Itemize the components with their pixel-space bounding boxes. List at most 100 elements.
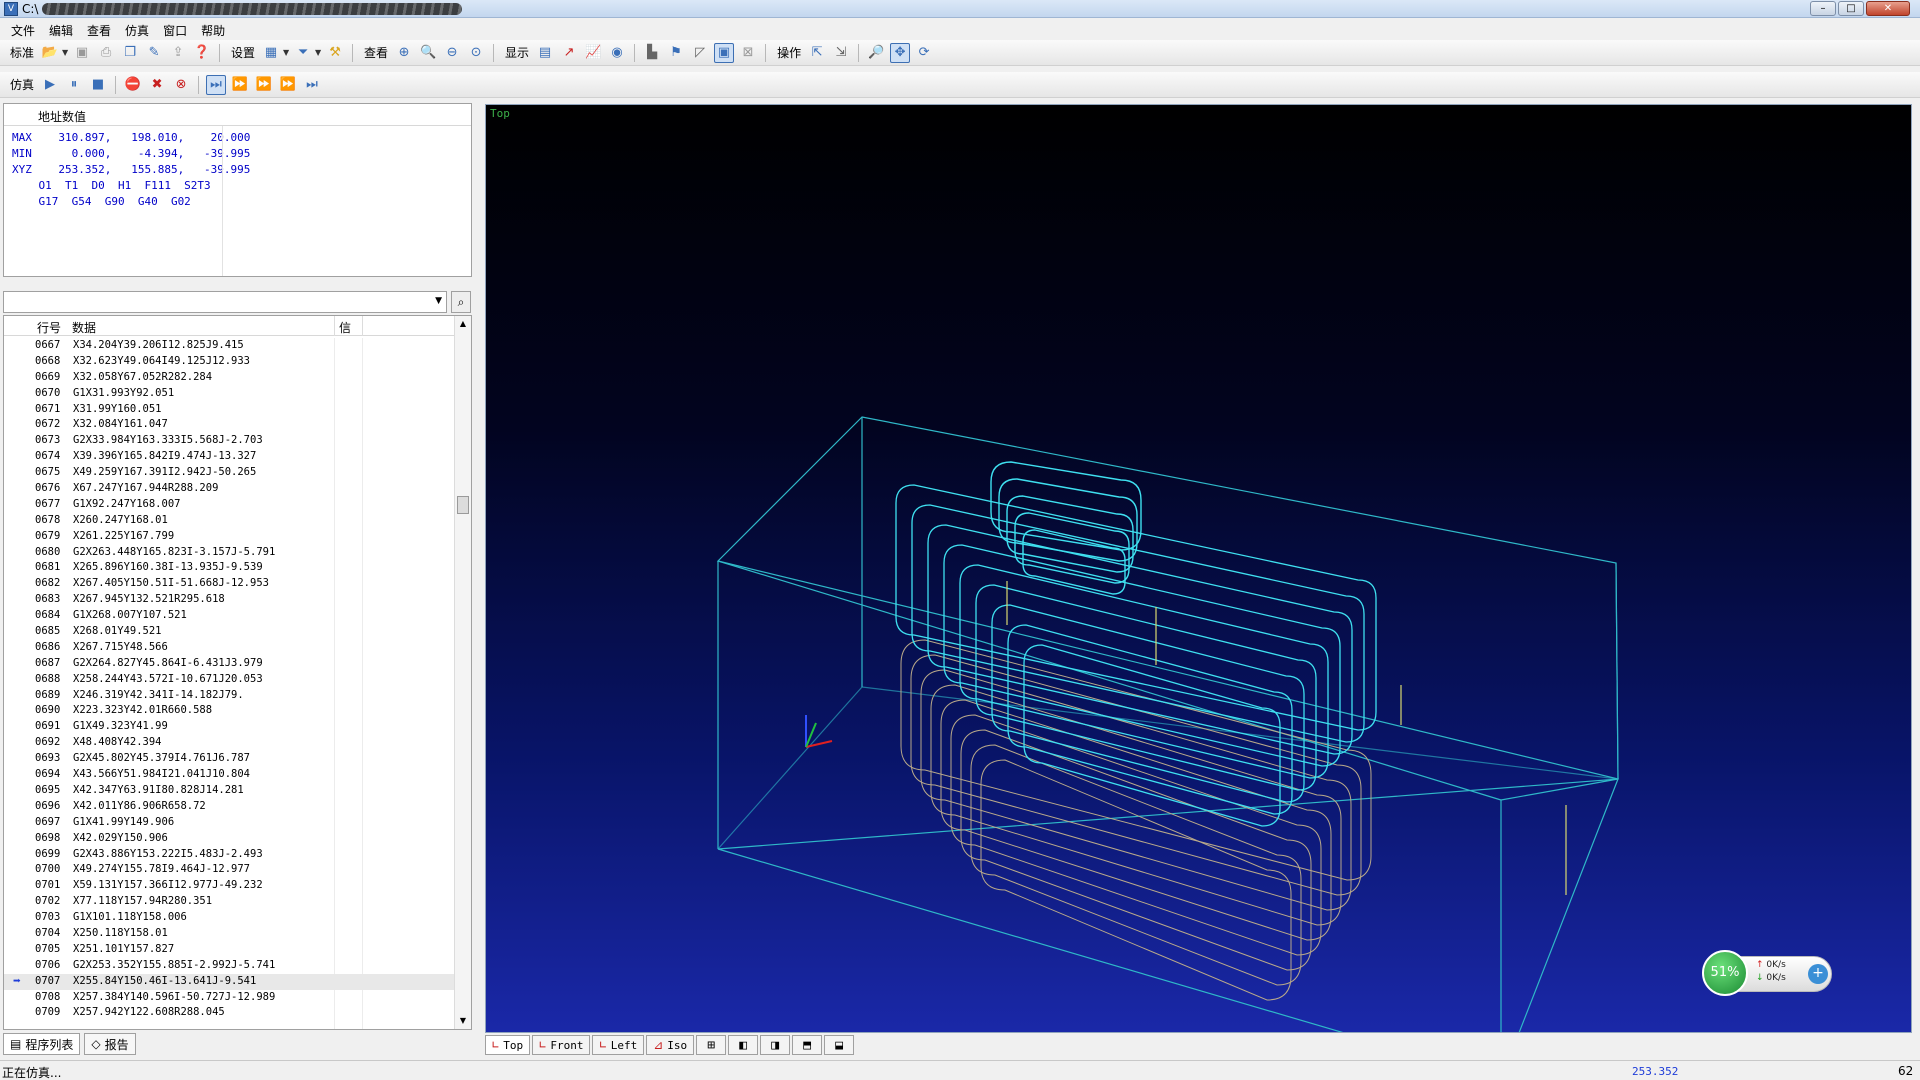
- tool-icon[interactable]: ⚒: [325, 43, 345, 63]
- layout-split-bottom-icon[interactable]: ⬓: [824, 1035, 855, 1055]
- col-data[interactable]: 数据: [72, 319, 96, 336]
- code-list-scrollbar[interactable]: ▲ ▼: [454, 316, 471, 1029]
- tab-report[interactable]: ◇ 报告: [84, 1033, 136, 1055]
- scroll-up-icon[interactable]: ▲: [455, 316, 471, 332]
- open-folder-icon[interactable]: 📂: [40, 43, 60, 63]
- code-row[interactable]: 0708 X257.384Y140.596I-50.727J-12.989: [4, 990, 455, 1006]
- layout-icon[interactable]: ▦: [261, 43, 281, 63]
- code-row[interactable]: 0673 G2X33.984Y163.333I5.568J-2.703: [4, 433, 455, 449]
- deselect-icon[interactable]: ⇲: [831, 43, 851, 63]
- code-row[interactable]: 0678 X260.247Y168.01: [4, 513, 455, 529]
- fixture-icon[interactable]: ◸: [690, 43, 710, 63]
- code-row[interactable]: 0684 G1X268.007Y107.521: [4, 608, 455, 624]
- code-row[interactable]: 0701 X59.131Y157.366I12.977J-49.232: [4, 878, 455, 894]
- plus-icon[interactable]: +: [1808, 964, 1828, 984]
- tab-program-list[interactable]: ▤ 程序列表: [3, 1033, 81, 1055]
- zoom-in-icon[interactable]: 🔍: [418, 43, 438, 63]
- code-row[interactable]: 0675 X49.259Y167.391I2.942J-50.265: [4, 465, 455, 481]
- code-row[interactable]: 0670 G1X31.993Y92.051: [4, 386, 455, 402]
- code-row[interactable]: 0695 X42.347Y63.91I80.828J14.281: [4, 783, 455, 799]
- minimize-button[interactable]: –: [1810, 1, 1836, 16]
- program-search-combo[interactable]: ▼: [3, 291, 447, 313]
- code-row[interactable]: 0676 X67.247Y167.944R288.209: [4, 481, 455, 497]
- maximize-button[interactable]: □: [1838, 1, 1864, 16]
- code-row[interactable]: 0697 G1X41.99Y149.906: [4, 815, 455, 831]
- code-row[interactable]: 0694 X43.566Y51.984I21.041J10.804: [4, 767, 455, 783]
- menu-simulate[interactable]: 仿真: [118, 19, 156, 39]
- tab-iso[interactable]: ⊿ Iso: [646, 1035, 695, 1055]
- zoom-search-icon[interactable]: 🔎: [866, 43, 886, 63]
- code-row[interactable]: 0689 X246.319Y42.341I-14.182J79.: [4, 688, 455, 704]
- code-row[interactable]: 0686 X267.715Y48.566: [4, 640, 455, 656]
- code-row[interactable]: 0669 X32.058Y67.052R282.284: [4, 370, 455, 386]
- help-icon[interactable]: ❓: [192, 43, 212, 63]
- layout-split-right-icon[interactable]: ◨: [760, 1035, 791, 1055]
- code-row[interactable]: 0683 X267.945Y132.521R295.618: [4, 592, 455, 608]
- code-row[interactable]: 0682 X267.405Y150.51I-51.668J-12.953: [4, 576, 455, 592]
- menu-view[interactable]: 查看: [80, 19, 118, 39]
- edit-icon[interactable]: ✎: [144, 43, 164, 63]
- code-row[interactable]: 0680 G2X263.448Y165.823I-3.157J-5.791: [4, 545, 455, 561]
- select-icon[interactable]: ⇱: [807, 43, 827, 63]
- menu-help[interactable]: 帮助: [194, 19, 232, 39]
- stop-icon[interactable]: ■: [88, 75, 108, 95]
- code-row[interactable]: 0696 X42.011Y86.906R658.72: [4, 799, 455, 815]
- code-row[interactable]: 0709 X257.942Y122.608R288.045: [4, 1005, 455, 1021]
- close-button[interactable]: ✕: [1866, 1, 1910, 16]
- code-row[interactable]: 0698 X42.029Y150.906: [4, 831, 455, 847]
- col-line-number[interactable]: 行号: [37, 319, 61, 336]
- play-icon[interactable]: ▶: [40, 75, 60, 95]
- step-line-icon[interactable]: ⏭: [302, 75, 322, 95]
- clear-icon[interactable]: ⊠: [738, 43, 758, 63]
- code-row[interactable]: 0667 X34.204Y39.206I12.825J9.415: [4, 338, 455, 354]
- code-row[interactable]: 0668 X32.623Y49.064I49.125J12.933: [4, 354, 455, 370]
- code-row[interactable]: 0703 G1X101.118Y158.006: [4, 910, 455, 926]
- pan-icon[interactable]: ✥: [890, 42, 911, 63]
- layout-split-top-icon[interactable]: ⬒: [792, 1035, 823, 1055]
- export-icon[interactable]: ⇪: [168, 43, 188, 63]
- tab-top[interactable]: ∟ Top: [485, 1035, 531, 1055]
- code-row[interactable]: 0705 X251.101Y157.827: [4, 942, 455, 958]
- grid-icon[interactable]: ▤: [535, 43, 555, 63]
- code-row[interactable]: 0704 X250.118Y158.01: [4, 926, 455, 942]
- step-over-icon[interactable]: ⏩: [230, 75, 250, 95]
- code-row[interactable]: 0681 X265.896Y160.38I-13.935J-9.539: [4, 560, 455, 576]
- zoom-out-icon[interactable]: ⊖: [442, 43, 462, 63]
- layout-quad-icon[interactable]: ⊞: [696, 1035, 727, 1055]
- run-to-end-icon[interactable]: ⏭: [206, 74, 227, 95]
- code-row[interactable]: 0699 G2X43.886Y153.222I5.483J-2.493: [4, 847, 455, 863]
- rotate-icon[interactable]: ⟳: [914, 43, 934, 63]
- path-arrow-icon[interactable]: ↗: [559, 43, 579, 63]
- scroll-thumb[interactable]: [457, 496, 469, 514]
- code-row[interactable]: 0690 X223.323Y42.01R660.588: [4, 703, 455, 719]
- code-row[interactable]: 0671 X31.99Y160.051: [4, 402, 455, 418]
- save-icon[interactable]: ▣: [72, 43, 92, 63]
- code-row[interactable]: 0685 X268.01Y49.521: [4, 624, 455, 640]
- zoom-window-icon[interactable]: ⊕: [394, 43, 414, 63]
- scroll-down-icon[interactable]: ▼: [455, 1013, 471, 1029]
- code-row[interactable]: 0700 X49.274Y155.78I9.464J-12.977: [4, 862, 455, 878]
- code-row[interactable]: 0691 G1X49.323Y41.99: [4, 719, 455, 735]
- step-fast-icon[interactable]: ⏩: [254, 75, 274, 95]
- network-speed-widget[interactable]: 51% ↑ 0K/s ↓ 0K/s +: [1702, 950, 1832, 996]
- tab-left[interactable]: ∟ Left: [592, 1035, 645, 1055]
- layout-split-left-icon[interactable]: ◧: [728, 1035, 759, 1055]
- col-info[interactable]: 信: [339, 319, 351, 336]
- filter-icon[interactable]: ⏷: [293, 43, 313, 63]
- step-into-icon[interactable]: ⏩: [278, 75, 298, 95]
- menu-edit[interactable]: 编辑: [42, 19, 80, 39]
- breakpoint-icon[interactable]: ⛔: [123, 75, 143, 95]
- binoculars-icon[interactable]: ⌕: [451, 291, 471, 313]
- code-row[interactable]: 0706 G2X253.352Y155.885I-2.992J-5.741: [4, 958, 455, 974]
- code-row[interactable]: 0693 G2X45.802Y45.379I4.761J6.787: [4, 751, 455, 767]
- code-row[interactable]: 0677 G1X92.247Y168.007: [4, 497, 455, 513]
- menu-window[interactable]: 窗口: [156, 19, 194, 39]
- breakpoint-clear-icon[interactable]: ⊗: [171, 75, 191, 95]
- code-row[interactable]: ➡ 0707 X255.84Y150.46I-13.641J-9.541: [4, 973, 455, 990]
- copy-icon[interactable]: ❐: [120, 43, 140, 63]
- code-row[interactable]: 0702 X77.118Y157.94R280.351: [4, 894, 455, 910]
- camera-icon[interactable]: ◉: [607, 43, 627, 63]
- pause-icon[interactable]: ⏸: [64, 75, 84, 95]
- code-row[interactable]: 0679 X261.225Y167.799: [4, 529, 455, 545]
- tab-front[interactable]: ∟ Front: [532, 1035, 591, 1055]
